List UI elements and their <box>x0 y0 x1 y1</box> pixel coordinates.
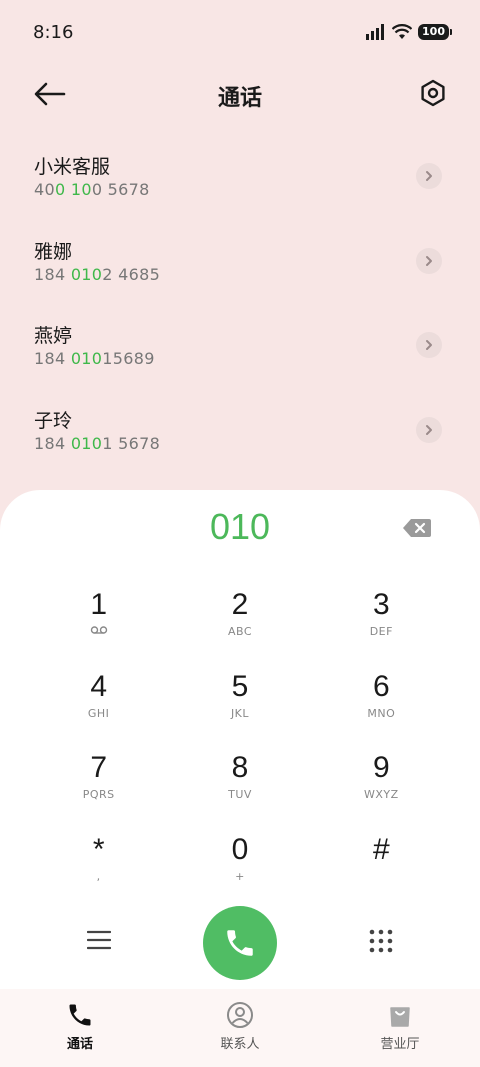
key-8[interactable]: 8 TUV <box>169 749 310 831</box>
backspace-icon <box>403 519 431 537</box>
key-digit: 2 <box>231 588 249 621</box>
key-digit: 9 <box>372 751 390 784</box>
contact-name: 小米客服 <box>34 156 111 178</box>
key-0[interactable]: 0 + <box>169 831 310 913</box>
key-3[interactable]: 3 DEF <box>311 586 452 668</box>
key-2[interactable]: 2 ABC <box>169 586 310 668</box>
key-digit: # <box>372 832 390 866</box>
key-digit: 6 <box>372 669 390 703</box>
key-4[interactable]: 4 GHI <box>28 668 169 750</box>
key-letters: , <box>96 869 101 883</box>
key-letters: JKL <box>230 706 250 720</box>
contact-name: 雅娜 <box>34 240 73 263</box>
contact-number: 184 01015689 <box>34 349 155 368</box>
chevron-right-icon <box>426 255 432 266</box>
settings-button[interactable] <box>418 78 448 108</box>
dialpad-grid-icon <box>369 929 393 953</box>
contacts-icon <box>227 1002 253 1028</box>
keypad: 1 2 ABC 3 DEF 4 GHI 5 JKL 6 MNO 7 PQRS 8… <box>28 586 452 912</box>
key-star[interactable]: * , <box>28 831 169 913</box>
chevron-right-icon <box>426 171 432 181</box>
key-digit: * <box>92 832 105 866</box>
store-bag-icon <box>390 1007 410 1027</box>
tab-contacts[interactable]: 联系人 <box>160 989 320 1067</box>
key-9[interactable]: 9 WXYZ <box>311 749 452 831</box>
page-title: 通话 <box>217 86 262 111</box>
phone-icon <box>69 1004 91 1026</box>
contact-name: 子玲 <box>34 409 73 432</box>
wifi-icon <box>392 24 413 39</box>
tab-label: 通话 <box>66 1037 93 1052</box>
contact-detail-button[interactable] <box>416 247 442 274</box>
contact-item[interactable]: 小米客服 400 100 5678 <box>0 130 480 215</box>
key-letters: ABC <box>227 625 253 638</box>
key-7[interactable]: 7 PQRS <box>28 749 169 831</box>
contact-name: 燕婷 <box>34 325 73 347</box>
key-digit: 1 <box>90 588 107 621</box>
key-6[interactable]: 6 MNO <box>311 668 452 750</box>
contact-number: 184 0102 4685 <box>34 264 161 284</box>
key-letters: WXYZ <box>363 788 399 801</box>
chevron-right-icon <box>426 340 432 350</box>
contact-item[interactable]: 燕婷 184 01015689 <box>0 299 480 384</box>
contact-item[interactable]: 雅娜 184 0102 4685 <box>0 215 480 300</box>
key-letters: GHI <box>87 706 110 720</box>
contact-detail-button[interactable] <box>416 163 442 189</box>
key-letters: DEF <box>369 625 393 638</box>
contact-suggestion-list: 小米客服 400 100 5678 雅娜 184 0102 4685 燕婷 18… <box>0 130 480 468</box>
status-icons: 100 <box>366 24 452 40</box>
dialpad-panel: 010 1 2 ABC 3 DEF 4 GHI 5 JKL 6 MNO 7 PQ… <box>0 490 480 1067</box>
key-digit: 4 <box>90 669 107 703</box>
key-letters: + <box>235 869 245 883</box>
contact-number: 400 100 5678 <box>34 180 150 199</box>
key-digit: 0 <box>231 832 249 866</box>
settings-hexagon-icon <box>421 79 445 107</box>
tab-calls[interactable]: 通话 <box>0 989 160 1067</box>
header: 通话 <box>0 68 480 120</box>
tab-label: 营业厅 <box>380 1037 420 1052</box>
status-bar: 8:16 100 <box>0 0 480 68</box>
key-digit: 7 <box>90 751 107 784</box>
menu-button[interactable] <box>86 928 112 952</box>
key-letters: MNO <box>367 706 396 720</box>
status-time: 8:16 <box>33 22 74 43</box>
contact-number: 184 0101 5678 <box>34 433 161 453</box>
key-letters: TUV <box>228 788 252 801</box>
contact-detail-button[interactable] <box>416 332 442 358</box>
battery-indicator: 100 <box>418 24 452 40</box>
key-letters: PQRS <box>82 788 115 801</box>
dialpad-actions <box>0 904 480 980</box>
voicemail-icon <box>28 625 169 639</box>
bottom-nav: 通话 联系人 营业厅 <box>0 989 480 1067</box>
key-digit: 5 <box>231 669 249 703</box>
key-1[interactable]: 1 <box>28 586 169 668</box>
key-hash[interactable]: # <box>311 831 452 913</box>
chevron-right-icon <box>426 424 432 435</box>
hamburger-menu-icon <box>86 930 112 950</box>
tab-label: 联系人 <box>220 1037 260 1052</box>
phone-icon <box>227 930 253 956</box>
key-digit: 3 <box>372 588 390 621</box>
contact-detail-button[interactable] <box>416 416 442 443</box>
call-button[interactable] <box>203 906 277 980</box>
key-5[interactable]: 5 JKL <box>169 668 310 750</box>
key-digit: 8 <box>231 751 249 784</box>
signal-icon <box>366 24 385 40</box>
backspace-button[interactable] <box>402 517 432 539</box>
keypad-toggle-button[interactable] <box>368 928 394 954</box>
tab-store[interactable]: 营业厅 <box>320 989 480 1067</box>
contact-item[interactable]: 子玲 184 0101 5678 <box>0 384 480 469</box>
